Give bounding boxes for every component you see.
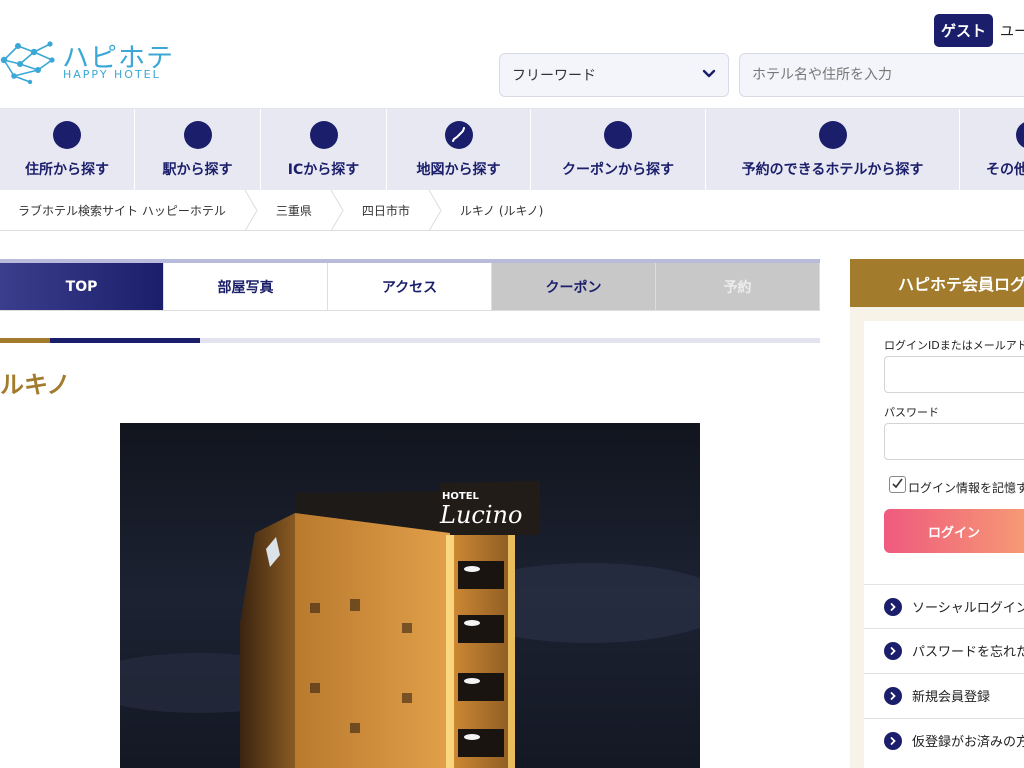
- chevron-right-icon: [884, 641, 902, 660]
- section-divider: [0, 338, 820, 343]
- chevron-right-icon: [884, 597, 902, 616]
- breadcrumb: ラブホテル検索サイト ハッピーホテル 三重県 四日市市 ルキノ (ルキノ): [0, 189, 1024, 231]
- nav-item-station[interactable]: 駅から探す: [135, 109, 261, 191]
- breadcrumb-separator-icon: [244, 189, 258, 231]
- breadcrumb-separator-icon: [428, 189, 442, 231]
- nav-item-label: ICから探す: [287, 162, 360, 178]
- nav-item-label: その他: [986, 162, 1024, 178]
- nav-item-label: 住所から探す: [25, 162, 109, 178]
- breadcrumb-item-prefecture[interactable]: 三重県: [258, 190, 330, 231]
- chevron-right-icon: [884, 686, 902, 705]
- breadcrumb-item-city[interactable]: 四日市市: [344, 190, 428, 231]
- breadcrumb-item-home[interactable]: ラブホテル検索サイト ハッピーホテル: [0, 190, 244, 231]
- password-field[interactable]: [884, 423, 1024, 460]
- search-type-select[interactable]: フリーワード: [499, 53, 729, 97]
- nav-circle-icon: [53, 121, 81, 149]
- tab-room-photos[interactable]: 部屋写真: [164, 263, 328, 311]
- login-id-label: ログインIDまたはメールアドレ: [884, 339, 1024, 352]
- register-link[interactable]: 新規会員登録: [864, 673, 1024, 717]
- divider-accent-gold: [0, 338, 50, 343]
- logo-network-icon: [0, 41, 55, 84]
- hotel-tabs: TOP 部屋写真 アクセス クーポン 予約: [0, 263, 820, 311]
- nav-circle-icon: [604, 121, 632, 149]
- nav-item-ic[interactable]: ICから探す: [261, 109, 387, 191]
- nav-item-map[interactable]: 地図から探す: [387, 109, 531, 191]
- social-login-link[interactable]: ソーシャルログイン: [864, 584, 1024, 628]
- hotel-building-image: HOTEL Lucino: [120, 423, 700, 768]
- nav-item-coupon[interactable]: クーポンから探す: [531, 109, 706, 191]
- side-link-label: 新規会員登録: [912, 690, 991, 705]
- nav-item-label: 駅から探す: [162, 162, 233, 178]
- japan-map-icon: [444, 121, 473, 149]
- provisional-registration-link[interactable]: 仮登録がお済みの方: [864, 718, 1024, 762]
- side-link-label: パスワードを忘れた方: [912, 645, 1024, 660]
- tab-reservation: 予約: [656, 263, 820, 311]
- login-id-field[interactable]: [884, 356, 1024, 393]
- nav-item-label: 地図から探す: [416, 162, 501, 178]
- main-nav: 住所から探す 駅から探す ICから探す 地図から探す クーポンから探す 予約ので…: [0, 108, 1024, 191]
- check-icon: [892, 478, 903, 489]
- password-label: パスワード: [884, 406, 939, 419]
- login-panel-title: ハピホテ会員ログ: [850, 259, 1024, 307]
- nav-item-address[interactable]: 住所から探す: [0, 109, 135, 191]
- breadcrumb-item-hotel: ルキノ (ルキノ): [459, 203, 544, 218]
- sign-lucino-text: Lucino: [439, 501, 522, 529]
- site-header: ハピホテ HAPPY HOTEL ゲスト ユー フリーワード: [0, 0, 1024, 108]
- breadcrumb-separator-icon: [330, 189, 344, 231]
- nav-circle-icon: [818, 121, 847, 149]
- logo-text-en: HAPPY HOTEL: [63, 68, 161, 81]
- nav-item-label: 予約のできるホテルから探す: [741, 162, 924, 178]
- tab-coupon[interactable]: クーポン: [492, 263, 656, 311]
- side-link-label: ソーシャルログイン: [912, 601, 1024, 616]
- chevron-down-icon: [702, 69, 716, 78]
- hotel-photo: HOTEL Lucino: [120, 423, 700, 768]
- tab-top[interactable]: TOP: [0, 263, 164, 311]
- site-logo[interactable]: ハピホテ HAPPY HOTEL: [0, 34, 180, 84]
- nav-circle-icon: [183, 121, 212, 149]
- remember-checkbox[interactable]: [889, 476, 906, 493]
- nav-circle-icon: [1016, 121, 1024, 149]
- hotel-title: ルキノ: [0, 371, 71, 399]
- search-type-value: フリーワード: [512, 68, 596, 84]
- chevron-right-icon: [884, 731, 902, 750]
- nav-item-reservable[interactable]: 予約のできるホテルから探す: [706, 109, 960, 191]
- nav-item-other[interactable]: その他: [960, 109, 1024, 191]
- remember-label[interactable]: ログイン情報を記憶す: [908, 479, 1024, 496]
- nav-item-label: クーポンから探す: [562, 162, 674, 178]
- side-link-label: 仮登録がお済みの方: [912, 735, 1024, 750]
- login-button[interactable]: ログイン: [884, 509, 1024, 553]
- search-input[interactable]: [739, 53, 1024, 97]
- forgot-password-link[interactable]: パスワードを忘れた方: [864, 628, 1024, 672]
- nav-circle-icon: [309, 121, 338, 149]
- user-menu-text[interactable]: ユー: [1000, 21, 1024, 41]
- divider-accent-navy: [50, 338, 200, 343]
- tab-access[interactable]: アクセス: [328, 263, 492, 311]
- guest-button[interactable]: ゲスト: [934, 14, 993, 47]
